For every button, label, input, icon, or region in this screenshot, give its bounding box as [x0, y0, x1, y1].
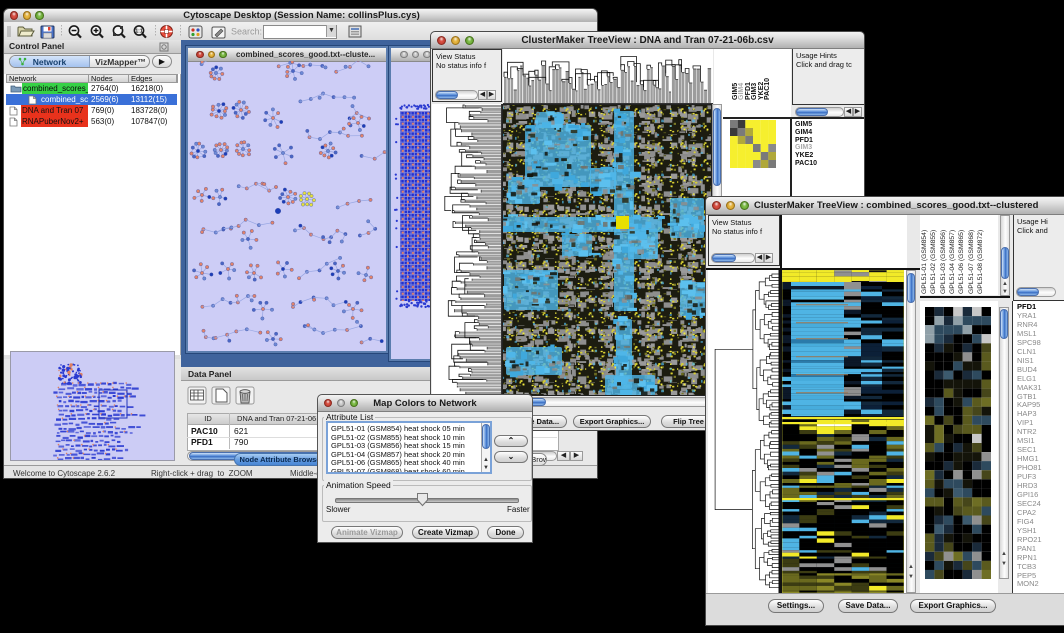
svg-text:Search:: Search: — [231, 27, 262, 37]
svg-text:1:1: 1:1 — [135, 29, 142, 35]
